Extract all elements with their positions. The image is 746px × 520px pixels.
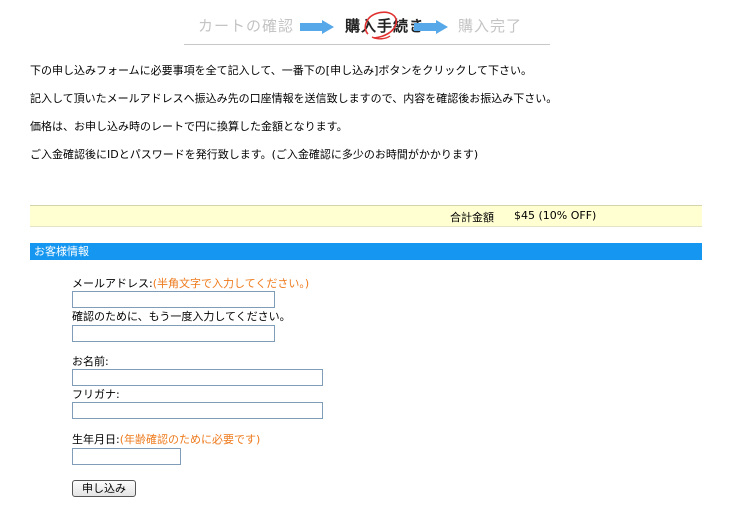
step-purchase-procedure: 購入手続き [345,17,426,35]
step-purchase-complete: 購入完了 [458,17,523,35]
name-field[interactable] [72,369,323,386]
submit-application-button[interactable]: 申し込み [72,480,136,497]
birthdate-label-row: 生年月日:(年齢確認のために必要です) [72,433,260,446]
birthdate-note: (年齢確認のために必要です) [119,433,261,446]
step-arrow-icon [414,20,448,34]
email-field[interactable] [72,291,275,308]
instruction-line: 価格は、お申し込み時のレートで円に換算した金額となります。 [30,120,348,133]
email-confirm-label: 確認のために、もう一度入力してください。 [72,310,291,323]
furigana-field[interactable] [72,402,323,419]
purchase-steps: カートの確認 購入手続き 購入完了 [184,11,550,45]
birthdate-label: 生年月日: [72,433,120,446]
instructions: 下の申し込みフォームに必要事項を全て記入して、一番下の[申し込み]ボタンをクリッ… [30,64,720,176]
step-arrow-icon [300,20,334,34]
birthdate-field[interactable] [72,448,181,465]
total-label: 合計金額 [450,211,494,224]
instruction-line: ご入金確認後にIDとパスワードを発行致します。(ご入金確認に多少のお時間がかかり… [30,148,479,161]
email-label: メールアドレス: [72,277,153,290]
instruction-line: 下の申し込みフォームに必要事項を全て記入して、一番下の[申し込み]ボタンをクリッ… [30,64,533,77]
name-label: お名前: [72,355,109,368]
customer-info-header: お客様情報 [30,243,702,260]
total-bar: 合計金額 $45 (10% OFF) [30,205,702,227]
email-confirm-field[interactable] [72,325,275,342]
furigana-label: フリガナ: [72,388,120,401]
email-note: (半角文字で入力してください。) [152,277,310,290]
instruction-line: 記入して頂いたメールアドレスへ振込み先の口座情報を送信致しますので、内容を確認後… [30,92,558,105]
email-label-row: メールアドレス:(半角文字で入力してください。) [72,277,309,290]
step-cart-confirm: カートの確認 [198,17,295,35]
total-price: $45 (10% OFF) [514,209,597,222]
